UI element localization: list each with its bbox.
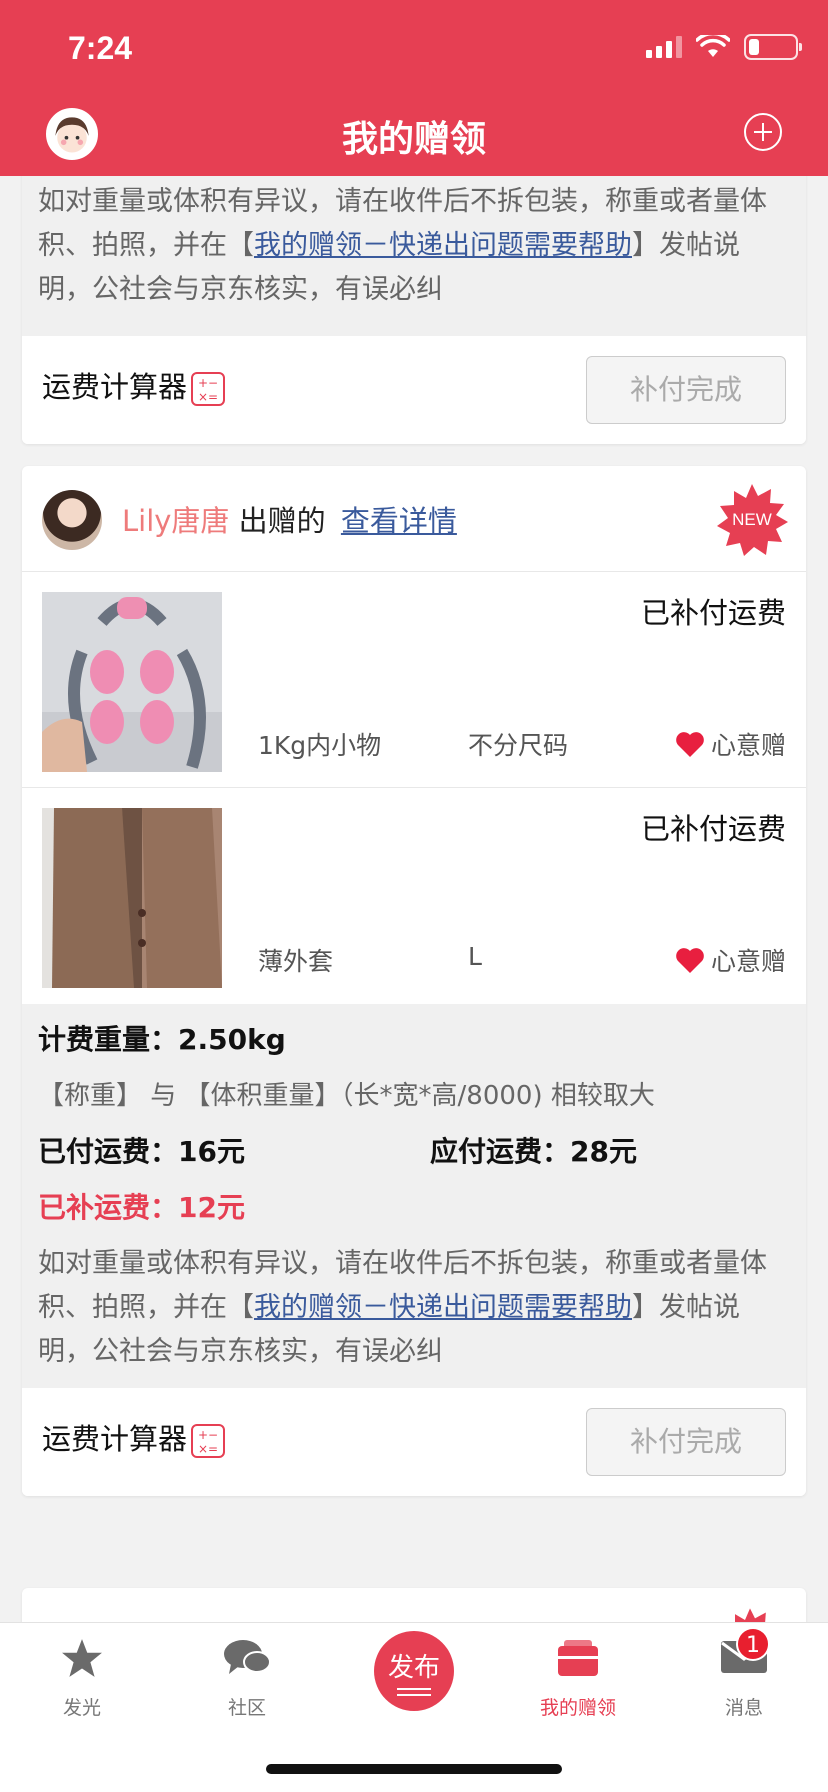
star-icon	[22, 1637, 142, 1687]
tab-community[interactable]: 社区	[187, 1637, 307, 1720]
gift-card-partial: 如对重量或体积有异议，请在收件后不拆包装，称重或者量体积、拍照，并在【我的赠领－…	[22, 150, 806, 444]
publish-button[interactable]: 发布	[374, 1631, 454, 1711]
heart-icon	[676, 732, 704, 757]
tab-label: 社区	[227, 1697, 266, 1719]
chat-bubbles-icon	[187, 1637, 307, 1687]
item-type-label: 心意赠	[710, 731, 786, 760]
item-image-massager	[42, 592, 222, 772]
message-count-badge: 1	[736, 1627, 770, 1661]
help-link[interactable]: 我的赠领－快递出问题需要帮助	[254, 1292, 632, 1323]
supplemented-fee: 已补运费：12元	[38, 1180, 790, 1236]
badge-text: NEW	[732, 510, 772, 529]
item-type-label: 心意赠	[710, 947, 786, 976]
item-size: 不分尺码	[468, 731, 569, 760]
page-title: 我的赠领	[341, 119, 486, 160]
view-details-link[interactable]: 查看详情	[341, 504, 457, 538]
help-link[interactable]: 我的赠领－快递出问题需要帮助	[254, 230, 632, 261]
wifi-icon	[696, 35, 730, 57]
calculator-icon[interactable]: +− ×=	[191, 372, 226, 406]
billing-weight: 计费重量：2.50kg	[38, 1012, 790, 1068]
fee-summary: 计费重量：2.50kg 【称重】 与 【体积重量】（长*宽*高/8000) 相较…	[22, 1004, 806, 1388]
new-badge: NEW	[716, 484, 788, 556]
add-button[interactable]	[744, 113, 782, 151]
item-type: 心意赠	[675, 942, 786, 978]
giver-info: Lily唐唐 出赠的 查看详情	[122, 498, 457, 540]
heart-icon	[676, 948, 704, 973]
gift-card: Lily唐唐 出赠的 查看详情 NEW 已补付运费 1Kg内小物 不分尺码 心意…	[22, 466, 806, 1496]
fee-pair: 已付运费：16元 应付运费：28元	[38, 1124, 790, 1180]
giver-row: Lily唐唐 出赠的 查看详情 NEW	[22, 466, 806, 572]
weight-value: 2.50kg	[178, 1023, 286, 1056]
item-name: 薄外套	[258, 947, 334, 976]
shipping-calculator[interactable]: 运费计算器 +− ×=	[42, 1416, 226, 1458]
shipping-calculator[interactable]: 运费计算器 +− ×=	[42, 364, 226, 406]
item-image-jacket	[42, 808, 222, 988]
battery-icon	[744, 34, 802, 60]
payment-complete-button[interactable]: 补付完成	[586, 1408, 786, 1476]
status-time: 7:24	[68, 30, 133, 66]
due-label: 应付运费：	[430, 1135, 571, 1168]
paid-value: 16元	[178, 1135, 245, 1168]
gift-box-icon	[518, 1637, 638, 1687]
paid-label: 已付运费：	[38, 1135, 179, 1168]
item-size: L	[468, 942, 482, 971]
tab-label: 我的赠领	[539, 1697, 616, 1719]
item-name: 1Kg内小物	[258, 731, 382, 760]
supp-value: 12元	[178, 1191, 245, 1224]
item-status: 已补付运费	[640, 812, 786, 846]
giver-avatar[interactable]	[42, 490, 102, 550]
tab-messages[interactable]: 1 消息	[684, 1627, 804, 1720]
supp-label: 已补运费：	[38, 1191, 179, 1224]
paid-fee: 已付运费：16元	[38, 1124, 430, 1180]
item-type: 心意赠	[675, 726, 786, 762]
giver-name[interactable]: Lily唐唐	[122, 504, 229, 538]
calculator-row: 运费计算器 +− ×= 补付完成	[22, 1388, 806, 1496]
payment-complete-button[interactable]: 补付完成	[586, 356, 786, 424]
tab-shine[interactable]: 发光	[22, 1637, 142, 1720]
status-icons	[646, 34, 802, 60]
mail-icon: 1	[720, 1627, 770, 1687]
home-indicator[interactable]	[266, 1764, 562, 1774]
shipping-dispute-note: 如对重量或体积有异议，请在收件后不拆包装，称重或者量体积、拍照，并在【我的赠领－…	[22, 150, 806, 336]
tab-label: 发光	[62, 1697, 101, 1719]
tab-label: 消息	[724, 1697, 763, 1719]
calculator-label: 运费计算器	[42, 370, 188, 404]
app-header: 7:24 我的赠领	[0, 0, 828, 176]
weight-rule: 【称重】 与 【体积重量】（长*宽*高/8000) 相较取大	[38, 1081, 655, 1111]
signal-icon	[646, 36, 682, 58]
shipping-dispute-note: 如对重量或体积有异议，请在收件后不拆包装，称重或者量体积、拍照，并在【我的赠领－…	[38, 1236, 790, 1388]
due-fee: 应付运费：28元	[430, 1124, 637, 1180]
weight-label: 计费重量：	[38, 1023, 179, 1056]
due-value: 28元	[570, 1135, 637, 1168]
calculator-label: 运费计算器	[42, 1422, 188, 1456]
gift-item[interactable]: 已补付运费 1Kg内小物 不分尺码 心意赠	[22, 572, 806, 788]
calculator-icon[interactable]: +− ×=	[191, 1424, 226, 1458]
giver-action: 出赠的	[238, 504, 326, 538]
gift-item[interactable]: 已补付运费 薄外套 L 心意赠	[22, 788, 806, 1004]
item-status: 已补付运费	[640, 596, 786, 630]
calculator-row: 运费计算器 +− ×= 补付完成	[22, 336, 806, 444]
publish-label: 发布	[387, 1653, 440, 1683]
tab-my-gifts[interactable]: 我的赠领	[518, 1637, 638, 1720]
